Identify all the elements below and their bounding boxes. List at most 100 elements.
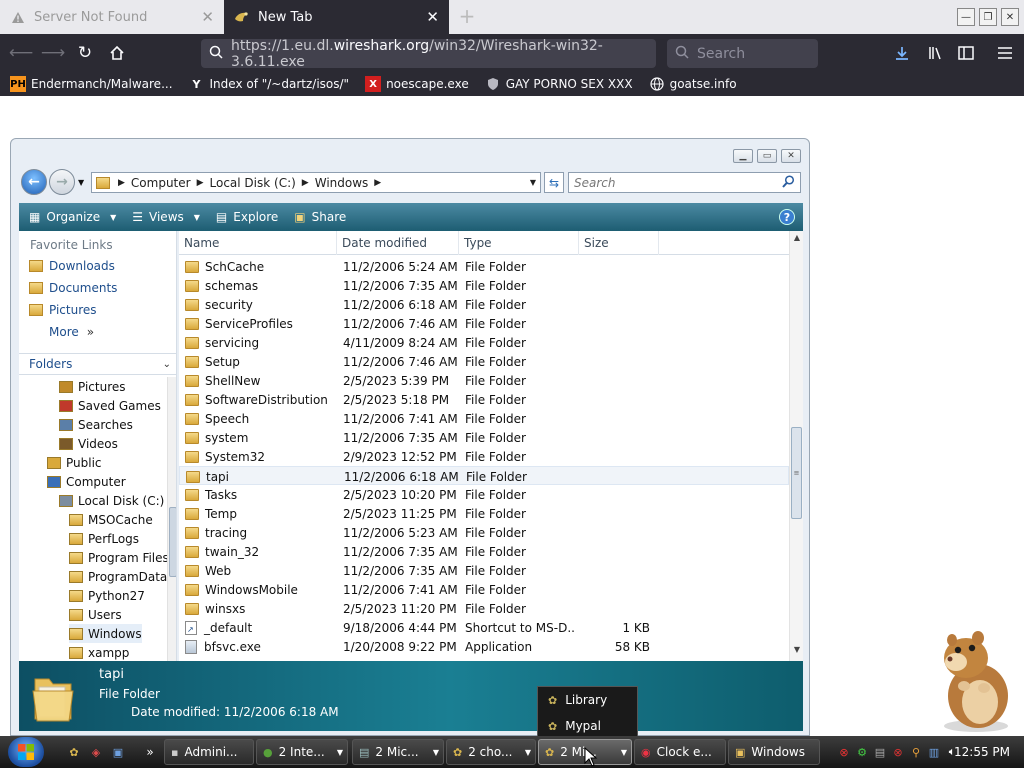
tab-server-not-found[interactable]: Server Not Found ✕	[0, 0, 224, 34]
share-button[interactable]: ▣ Share	[294, 210, 346, 224]
breadcrumb-windows[interactable]: Windows	[315, 176, 369, 190]
tree-node[interactable]: Pictures	[59, 377, 126, 396]
explorer-search-input[interactable]: Search	[568, 172, 801, 193]
app-tray-icon[interactable]: ⚙	[854, 746, 870, 759]
views-button[interactable]: ☰ Views ▼	[132, 210, 200, 224]
column-header-type[interactable]: Type	[459, 231, 579, 255]
file-row[interactable]: ShellNew 2/5/2023 5:39 PM File Folder	[179, 371, 789, 390]
column-header-name[interactable]: Name	[179, 231, 337, 255]
file-row[interactable]: SoftwareDistribution 2/5/2023 5:18 PM File…	[179, 390, 789, 409]
tree-node[interactable]: Searches	[59, 415, 133, 434]
favorite-downloads[interactable]: Downloads	[19, 255, 176, 277]
bookmark-item[interactable]: X noescape.exe	[365, 76, 469, 92]
quicklaunch-app-icon[interactable]: ◈	[88, 744, 104, 760]
tree-node[interactable]: MSOCache	[69, 510, 153, 529]
chevron-right-icon[interactable]: ▶	[302, 178, 309, 188]
more-links-button[interactable]: More »	[19, 321, 176, 343]
download-icon[interactable]	[889, 41, 915, 65]
file-row[interactable]: SchCache 11/2/2006 5:24 AM File Folder	[179, 257, 789, 276]
file-row[interactable]: Web 11/2/2006 7:35 AM File Folder	[179, 561, 789, 580]
file-row[interactable]: ServiceProfiles 11/2/2006 7:46 AM File Fol…	[179, 314, 789, 333]
breadcrumb-computer[interactable]: Computer	[131, 176, 191, 190]
tree-node[interactable]: Windows	[69, 624, 142, 643]
home-icon[interactable]	[104, 41, 130, 65]
refresh-icon[interactable]: ⇆	[544, 172, 564, 193]
organize-button[interactable]: ▦ Organize ▼	[29, 210, 116, 224]
quicklaunch-more-icon[interactable]: »	[142, 744, 158, 760]
app-tray-icon[interactable]: ⊗	[890, 746, 906, 759]
tree-node[interactable]: Public	[47, 453, 102, 472]
scroll-up-icon[interactable]: ▲	[790, 233, 803, 247]
clock[interactable]: 12:55 PM	[954, 745, 1010, 759]
back-button[interactable]: ←	[21, 169, 47, 195]
file-row[interactable]: ↗ _default 9/18/2006 4:44 PM Shortcut to MS…	[179, 618, 789, 637]
breadcrumb-local-disk[interactable]: Local Disk (C:)	[210, 176, 296, 190]
minimize-button[interactable]: —	[957, 8, 975, 26]
tree-node[interactable]: Videos	[59, 434, 118, 453]
file-row[interactable]: WindowsMobile 11/2/2006 7:41 AM File Folde…	[179, 580, 789, 599]
popup-item-library[interactable]: ✿ Library	[538, 687, 637, 713]
address-bar[interactable]: ▶ Computer ▶ Local Disk (C:) ▶ Windows ▶…	[91, 172, 541, 193]
address-dropdown-icon[interactable]: ▼	[530, 178, 536, 187]
taskbar-button[interactable]: ▣ Windows	[728, 739, 820, 765]
search-icon[interactable]	[782, 175, 795, 191]
tab-new-tab[interactable]: New Tab ✕	[224, 0, 449, 34]
file-row[interactable]: System32 2/9/2023 12:52 PM File Folder	[179, 447, 789, 466]
maximize-button[interactable]: ▭	[757, 149, 777, 163]
hamster-desktop-pet[interactable]	[928, 628, 1018, 736]
folders-header[interactable]: Folders ⌄	[19, 353, 176, 375]
file-row[interactable]: bfsvc.exe 1/20/2008 9:22 PM Application 58 …	[179, 637, 789, 656]
quicklaunch-firefox-icon[interactable]: ✿	[66, 744, 82, 760]
taskbar-button[interactable]: ▤ 2 Mic... ▼	[352, 739, 444, 765]
tree-node[interactable]: Users	[69, 605, 122, 624]
tree-node[interactable]: Computer	[47, 472, 126, 491]
bookmark-item[interactable]: GAY PORNO SEX XXX	[485, 76, 633, 92]
help-icon[interactable]: ?	[779, 209, 795, 225]
start-button[interactable]	[8, 737, 44, 767]
file-row[interactable]: servicing 4/11/2009 8:24 AM File Folder	[179, 333, 789, 352]
tree-node[interactable]: Saved Games	[59, 396, 161, 415]
file-row[interactable]: twain_32 11/2/2006 7:35 AM File Folder	[179, 542, 789, 561]
file-row[interactable]: tracing 11/2/2006 5:23 AM File Folder	[179, 523, 789, 542]
menu-icon[interactable]	[992, 41, 1018, 65]
tree-node[interactable]: xampp	[69, 643, 129, 661]
tree-scrollbar[interactable]	[167, 377, 176, 661]
tree-node[interactable]: PerfLogs	[69, 529, 139, 548]
taskbar-button[interactable]: ✿ 2 cho... ▼	[446, 739, 536, 765]
chevron-right-icon[interactable]: ▶	[197, 178, 204, 188]
back-icon[interactable]: ⟵	[8, 41, 34, 65]
app-tray-icon[interactable]: ▤	[872, 746, 888, 759]
file-row[interactable]: Tasks 2/5/2023 10:20 PM File Folder	[179, 485, 789, 504]
bookmark-item[interactable]: PH Endermanch/Malware...	[10, 76, 173, 92]
new-tab-button[interactable]: +	[455, 5, 479, 29]
tree-node[interactable]: Program Files	[69, 548, 169, 567]
file-list-scrollbar[interactable]: ▲ ≡ ▼	[789, 231, 803, 661]
sidebar-icon[interactable]	[953, 41, 979, 65]
close-window-button[interactable]: ✕	[1001, 8, 1019, 26]
file-row[interactable]: schemas 11/2/2006 7:35 AM File Folder	[179, 276, 789, 295]
minimize-button[interactable]: ▁	[733, 149, 753, 163]
tree-node[interactable]: ProgramData	[69, 567, 167, 586]
bookmark-item[interactable]: Y Index of "/~dartz/isos/"	[188, 76, 349, 92]
file-row[interactable]: Temp 2/5/2023 11:25 PM File Folder	[179, 504, 789, 523]
taskbar-button[interactable]: ● 2 Inte... ▼	[256, 739, 348, 765]
search-tray-icon[interactable]: ⚲	[908, 746, 924, 759]
file-row[interactable]: security 11/2/2006 6:18 AM File Folder	[179, 295, 789, 314]
reload-icon[interactable]: ↻	[72, 41, 98, 65]
explore-button[interactable]: ▤ Explore	[216, 210, 278, 224]
file-row[interactable]: winsxs 2/5/2023 11:20 PM File Folder	[179, 599, 789, 618]
error-tray-icon[interactable]: ⊗	[836, 746, 852, 759]
library-icon[interactable]	[922, 41, 948, 65]
file-row[interactable]: Setup 11/2/2006 7:46 AM File Folder	[179, 352, 789, 371]
taskbar-button[interactable]: ◉ Clock e...	[634, 739, 726, 765]
restore-button[interactable]: ❐	[979, 8, 997, 26]
scroll-thumb[interactable]	[169, 507, 176, 577]
taskbar-button[interactable]: ▪ Admini...	[164, 739, 254, 765]
network-icon[interactable]: ▥	[926, 746, 942, 759]
forward-button[interactable]: →	[49, 169, 75, 195]
close-window-button[interactable]: ✕	[781, 149, 801, 163]
favorite-pictures[interactable]: Pictures	[19, 299, 176, 321]
url-bar[interactable]: https://1.eu.dl.wireshark.org/win32/Wire…	[201, 38, 656, 70]
recent-pages-dropdown[interactable]: ▼	[78, 178, 84, 187]
scroll-down-icon[interactable]: ▼	[790, 645, 803, 659]
